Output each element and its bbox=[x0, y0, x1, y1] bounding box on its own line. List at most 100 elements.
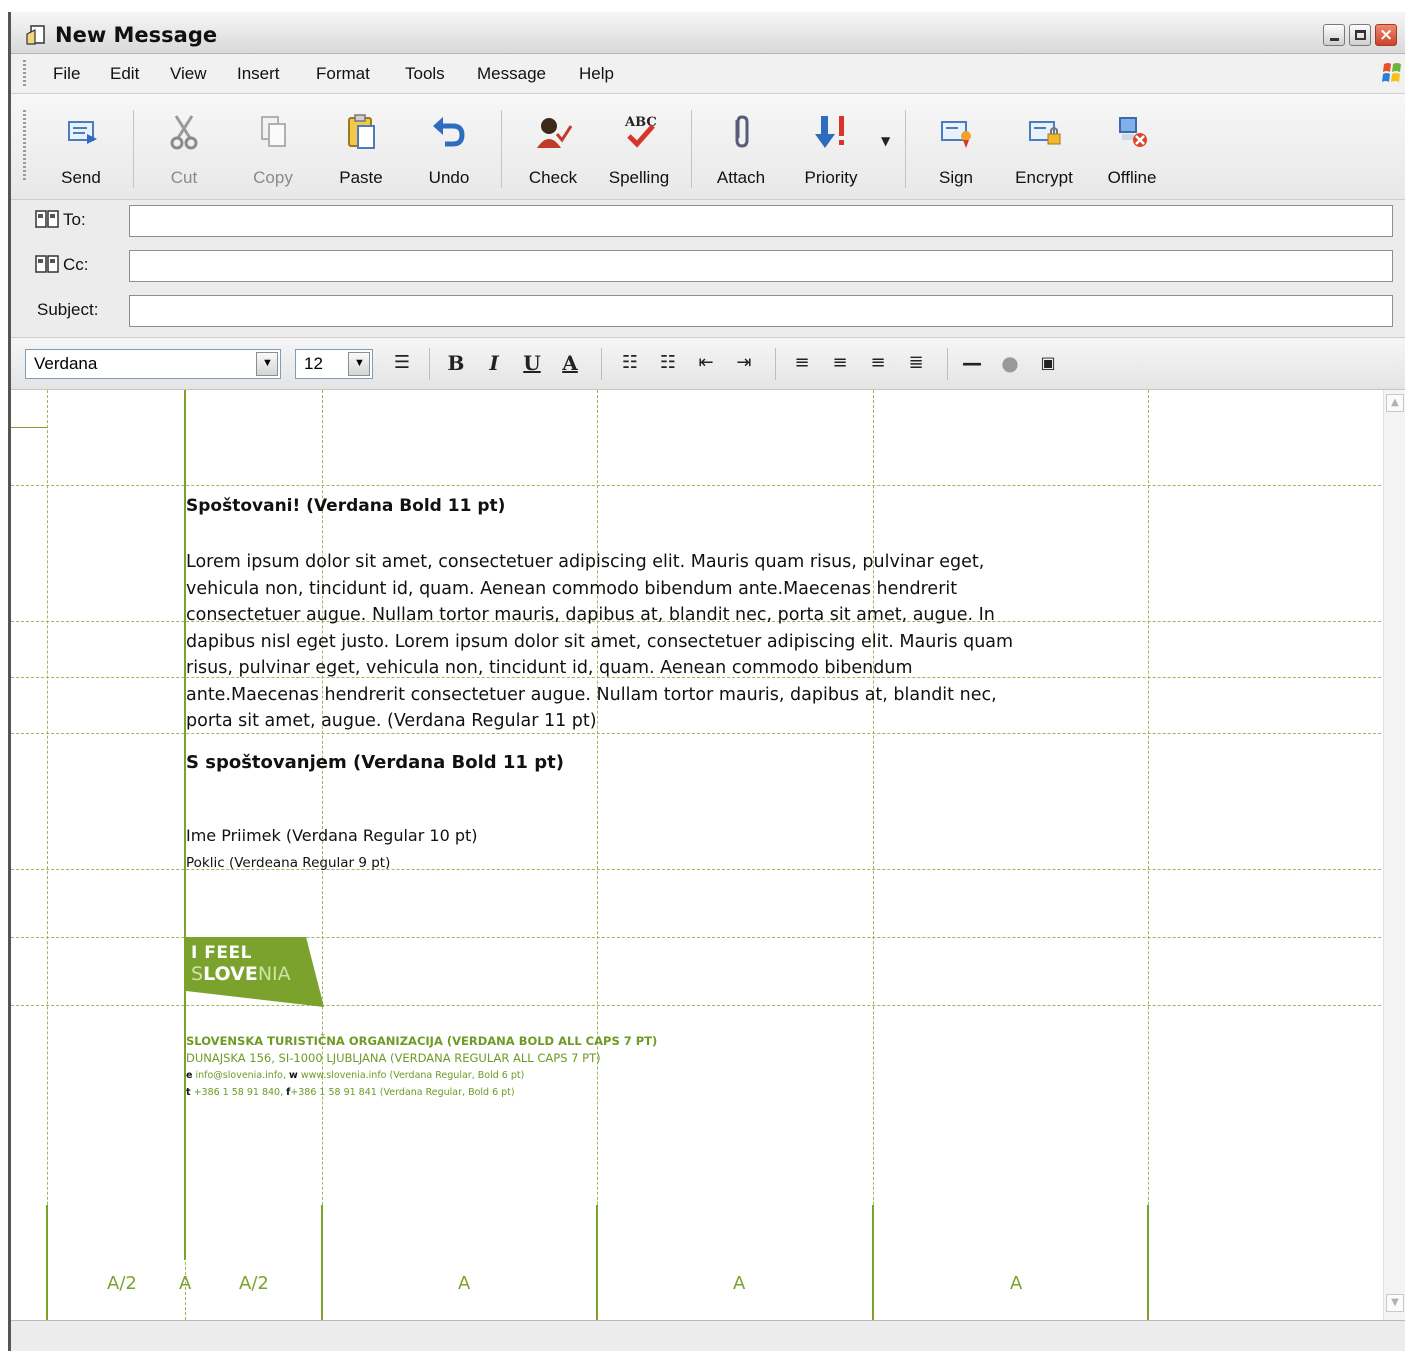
italic-button[interactable]: I bbox=[479, 348, 509, 378]
send-button[interactable]: Send bbox=[39, 94, 123, 200]
format-separator bbox=[429, 348, 430, 380]
column-marker bbox=[321, 1205, 323, 1320]
message-body[interactable]: Spoštovani! (Verdana Bold 11 pt) Lorem i… bbox=[11, 390, 1386, 1320]
minimize-button[interactable] bbox=[1323, 24, 1345, 46]
encrypt-button[interactable]: Encrypt bbox=[1002, 94, 1086, 200]
guide-line bbox=[1148, 390, 1149, 1320]
column-label: A bbox=[733, 1273, 746, 1294]
spelling-icon: ABC bbox=[624, 115, 657, 148]
justify-icon[interactable]: ≣ bbox=[901, 348, 931, 378]
increase-indent-icon[interactable]: ⇥ bbox=[729, 348, 759, 378]
row-marker bbox=[11, 427, 47, 428]
align-center-icon[interactable]: ≡ bbox=[825, 348, 855, 378]
spelling-label: Spelling bbox=[608, 168, 670, 187]
email-text: info@slovenia.info, bbox=[192, 1070, 290, 1081]
format-separator bbox=[947, 348, 948, 380]
attach-button[interactable]: Attach bbox=[699, 94, 783, 200]
menu-edit[interactable]: Edit bbox=[110, 64, 139, 84]
address-book-icon bbox=[35, 210, 59, 228]
sign-button[interactable]: Sign bbox=[914, 94, 998, 200]
copy-button[interactable]: Copy bbox=[231, 94, 315, 200]
vertical-scrollbar[interactable]: ▲ ▼ bbox=[1383, 390, 1405, 1320]
font-size-value: 12 bbox=[304, 354, 323, 373]
to-label-group[interactable]: To: bbox=[35, 210, 86, 230]
title-bar[interactable]: New Message × bbox=[11, 12, 1405, 54]
toolbar-separator bbox=[905, 110, 906, 188]
scroll-down-icon[interactable]: ▼ bbox=[1386, 1294, 1404, 1312]
logo-s: S bbox=[191, 963, 204, 985]
menu-help[interactable]: Help bbox=[579, 64, 614, 84]
numbered-list-icon[interactable]: ☷ bbox=[615, 348, 645, 378]
paste-button[interactable]: Paste bbox=[319, 94, 403, 200]
check-label: Check bbox=[528, 168, 578, 187]
address-fields: To: Cc: Subject: bbox=[11, 200, 1405, 338]
check-names-button[interactable]: Check bbox=[511, 94, 595, 200]
column-label: A/2 bbox=[107, 1273, 137, 1294]
body-paragraph: Lorem ipsum dolor sit amet, consectetuer… bbox=[186, 552, 1014, 731]
font-name-value: Verdana bbox=[34, 354, 98, 373]
main-toolbar: Send Cut Copy Paste Undo Check ABC Spell… bbox=[11, 94, 1405, 200]
format-separator bbox=[601, 348, 602, 380]
menu-message[interactable]: Message bbox=[477, 64, 546, 84]
close-button[interactable]: × bbox=[1375, 24, 1397, 46]
priority-button[interactable]: Priority bbox=[789, 94, 873, 200]
align-left-icon[interactable]: ≡ bbox=[787, 348, 817, 378]
cc-field[interactable] bbox=[129, 250, 1393, 282]
font-color-button[interactable]: A bbox=[555, 348, 585, 378]
toolbar-grip[interactable] bbox=[23, 110, 26, 182]
hyperlink-icon[interactable]: ● bbox=[995, 348, 1025, 378]
chevron-down-icon[interactable]: ▼ bbox=[348, 352, 370, 376]
menu-insert[interactable]: Insert bbox=[237, 64, 280, 84]
column-marker bbox=[872, 1205, 874, 1320]
org-address: DUNAJSKA 156, SI-1000 LJUBLJANA (VERDANA… bbox=[186, 1051, 601, 1065]
cc-label-group[interactable]: Cc: bbox=[35, 255, 89, 275]
menu-view[interactable]: View bbox=[170, 64, 207, 84]
subject-field[interactable] bbox=[129, 295, 1393, 327]
org-contact-email: e info@slovenia.info, w www.slovenia.inf… bbox=[186, 1070, 524, 1081]
toolbar-separator bbox=[133, 110, 134, 188]
bold-button[interactable]: B bbox=[441, 348, 471, 378]
signature-job: Poklic (Verdeana Regular 9 pt) bbox=[186, 855, 391, 871]
decrease-indent-icon[interactable]: ⇤ bbox=[691, 348, 721, 378]
spelling-button[interactable]: ABC Spelling bbox=[597, 94, 681, 200]
closing-text: S spoštovanjem (Verdana Bold 11 pt) bbox=[186, 752, 564, 773]
align-right-icon[interactable]: ≡ bbox=[863, 348, 893, 378]
menu-tools[interactable]: Tools bbox=[405, 64, 445, 84]
guide-line bbox=[597, 390, 598, 1320]
send-icon bbox=[68, 121, 97, 144]
guide-line bbox=[47, 390, 48, 1320]
chevron-down-icon[interactable]: ▼ bbox=[256, 352, 278, 376]
column-label: A bbox=[458, 1273, 471, 1294]
web-text: www.slovenia.info (Verdana Regular, Bold… bbox=[297, 1070, 525, 1081]
menu-file[interactable]: File bbox=[53, 64, 80, 84]
window-title: New Message bbox=[55, 23, 218, 47]
message-window: New Message × File Edit View Insert Form… bbox=[8, 12, 1405, 1351]
cut-button[interactable]: Cut bbox=[142, 94, 226, 200]
horizontal-line-icon[interactable]: — bbox=[957, 348, 987, 378]
paragraph-style-icon[interactable]: ☰ bbox=[387, 348, 417, 378]
column-marker bbox=[46, 1205, 48, 1320]
subject-label: Subject: bbox=[37, 300, 99, 319]
paste-label: Paste bbox=[339, 168, 383, 187]
priority-dropdown-icon[interactable]: ▼ bbox=[881, 134, 890, 148]
font-name-select[interactable]: Verdana ▼ bbox=[25, 349, 281, 379]
priority-label: Priority bbox=[804, 168, 858, 187]
menu-grip[interactable] bbox=[23, 60, 26, 88]
bulleted-list-icon[interactable]: ☷ bbox=[653, 348, 683, 378]
to-field[interactable] bbox=[129, 205, 1393, 237]
maximize-button[interactable] bbox=[1349, 24, 1371, 46]
org-name: SLOVENSKA TURISTIČNA ORGANIZACIJA (VERDA… bbox=[186, 1034, 658, 1048]
column-label: A bbox=[179, 1273, 192, 1294]
insert-picture-icon[interactable]: ▣ bbox=[1033, 348, 1063, 378]
to-label: To: bbox=[63, 210, 86, 229]
paste-icon bbox=[348, 114, 375, 149]
offline-button[interactable]: Offline bbox=[1090, 94, 1174, 200]
underline-button[interactable]: U bbox=[517, 348, 547, 378]
sign-label: Sign bbox=[938, 168, 974, 187]
menu-format[interactable]: Format bbox=[316, 64, 370, 84]
font-size-select[interactable]: 12 ▼ bbox=[295, 349, 373, 379]
scroll-up-icon[interactable]: ▲ bbox=[1386, 394, 1404, 412]
address-book-icon bbox=[35, 255, 59, 273]
copy-label: Copy bbox=[253, 168, 293, 187]
undo-button[interactable]: Undo bbox=[407, 94, 491, 200]
